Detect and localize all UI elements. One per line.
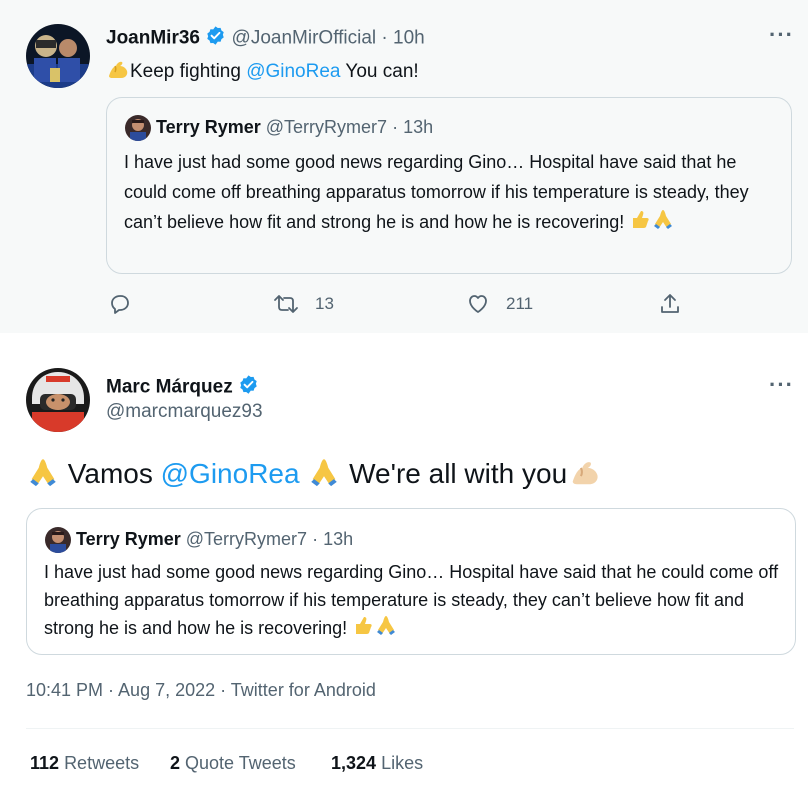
folded-hands-emoji-icon	[26, 456, 60, 495]
tweet-text: Keep fighting @GinoRea You can!	[106, 58, 419, 86]
flexed-biceps-emoji-icon	[106, 58, 130, 86]
quote-tweets-stat[interactable]: 2 Quote Tweets	[170, 753, 296, 773]
retweet-count: 13	[315, 294, 334, 313]
retweet-icon	[274, 295, 298, 313]
separator-dot: ·	[381, 27, 388, 49]
folded-hands-emoji-icon	[374, 614, 398, 644]
verified-badge-icon	[238, 374, 259, 401]
thumbs-up-emoji-icon	[629, 208, 651, 239]
folded-hands-emoji-icon	[651, 208, 675, 239]
reply-button[interactable]	[108, 292, 148, 316]
share-button[interactable]	[658, 292, 698, 316]
heart-icon	[469, 295, 487, 313]
divider	[26, 728, 794, 729]
quote-time[interactable]: 13h	[403, 117, 433, 137]
separator-dot: ·	[392, 116, 399, 137]
share-icon	[661, 294, 679, 313]
verified-badge-icon	[205, 25, 226, 52]
tweet-1[interactable]: JoanMir36 @JoanMirOfficial · 10h ··· Kee…	[0, 0, 808, 333]
tweet-timestamp[interactable]: 10:41 PM · Aug 7, 2022 · Twitter for And…	[26, 680, 376, 701]
quote-tweets-count: 2	[170, 753, 181, 773]
likes-stat[interactable]: 1,324 Likes	[331, 753, 423, 773]
mention-ginorea-link[interactable]: @GinoRea	[161, 458, 300, 489]
retweet-button[interactable]: 13	[273, 292, 334, 316]
joanmir-avatar[interactable]	[26, 24, 90, 88]
tweet-text-part: You can!	[340, 61, 419, 83]
quote-time[interactable]: 13h	[323, 529, 353, 549]
reply-icon	[111, 295, 129, 314]
likes-count: 1,324	[331, 753, 377, 773]
retweets-count: 112	[30, 753, 60, 773]
quoted-tweet[interactable]: Terry Rymer @TerryRymer7 · 13h I have ju…	[26, 508, 796, 655]
more-options-icon[interactable]: ···	[769, 22, 794, 48]
tweet-text-part: Vamos	[60, 457, 161, 489]
likes-label: Likes	[381, 753, 424, 773]
flexed-biceps-emoji-icon	[567, 457, 603, 494]
quoted-tweet[interactable]: Terry Rymer @TerryRymer7 · 13h I have ju…	[106, 97, 792, 274]
folded-hands-emoji-icon	[307, 456, 341, 495]
author-handle[interactable]: @marcmarquez93	[106, 401, 263, 423]
tweet-text-part: We're all with you	[341, 457, 568, 489]
retweets-label: Retweets	[64, 753, 140, 773]
quote-author-handle[interactable]: @TerryRymer7	[186, 529, 307, 549]
tweet-text: Vamos @GinoRea We're all with you	[26, 456, 603, 495]
terry-rymer-avatar[interactable]	[125, 115, 151, 141]
more-options-icon[interactable]: ···	[769, 372, 794, 398]
quote-author-handle[interactable]: @TerryRymer7	[266, 117, 387, 137]
terry-rymer-avatar[interactable]	[45, 527, 71, 553]
author-name[interactable]: Marc Márquez	[106, 377, 233, 398]
quote-text: I have just had some good news regarding…	[44, 562, 779, 638]
author-name[interactable]: JoanMir36	[106, 28, 200, 49]
marc-marquez-avatar[interactable]	[26, 368, 90, 432]
like-count: 211	[506, 294, 534, 313]
tweet-text-part: Keep fighting	[130, 61, 247, 83]
tweet-2[interactable]: Marc Márquez @marcmarquez93 ··· Vamos @G…	[0, 350, 808, 798]
tweet-separator	[0, 333, 808, 350]
author-handle[interactable]: @JoanMirOfficial	[232, 28, 377, 49]
quote-tweets-label: Quote Tweets	[185, 753, 296, 773]
quote-author-name[interactable]: Terry Rymer	[76, 529, 181, 549]
tweet-time[interactable]: 10h	[393, 28, 425, 49]
thumbs-up-emoji-icon	[352, 614, 374, 644]
mention-ginorea-link[interactable]: @GinoRea	[246, 61, 340, 82]
like-button[interactable]: 211	[466, 292, 533, 316]
quote-author-name[interactable]: Terry Rymer	[156, 117, 261, 137]
separator-dot: ·	[312, 528, 319, 549]
retweets-stat[interactable]: 112 Retweets	[30, 753, 139, 773]
